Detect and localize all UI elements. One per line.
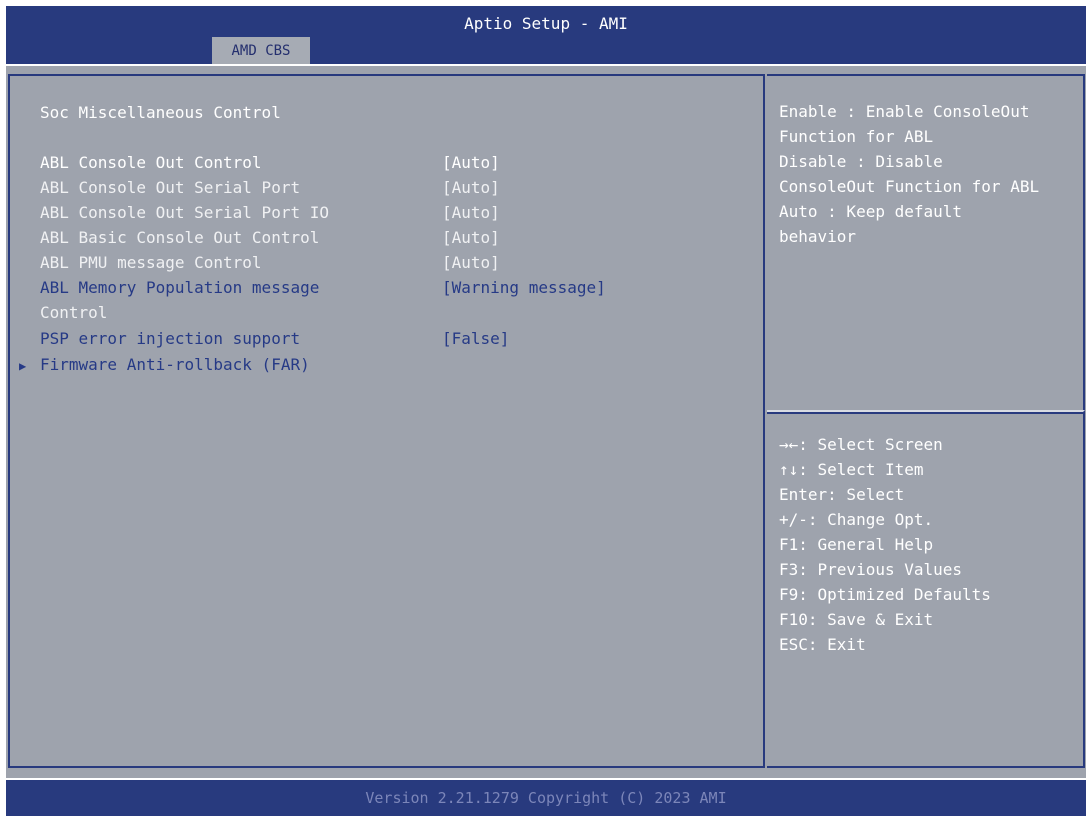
submenu-arrow-icon: ▶ [19,359,27,373]
key-hint-previous-values: F3: Previous Values [779,560,963,579]
value-abl-memory-population-message[interactable]: [Warning message] [442,275,606,300]
key-hint-select-item: ↑↓: Select Item [779,460,924,479]
version-footer: Version 2.21.1279 Copyright (C) 2023 AMI [6,778,1086,816]
key-hint-enter: Enter: Select [779,485,905,504]
item-abl-console-out-serial-port-io[interactable]: ABL Console Out Serial Port IO [40,200,329,225]
section-title: Soc Miscellaneous Control [40,103,281,122]
help-line: ConsoleOut Function for ABL [779,177,1040,196]
help-line: Enable : Enable ConsoleOut [779,102,1030,121]
item-abl-pmu-message-control[interactable]: ABL PMU message Control [40,250,262,275]
key-hint-general-help: F1: General Help [779,535,934,554]
item-abl-basic-console-out-control[interactable]: ABL Basic Console Out Control [40,225,319,250]
item-abl-memory-population-message-line2[interactable]: Control [40,300,107,325]
key-hint-select-screen: →←: Select Screen [779,435,943,454]
key-hint-optimized-defaults: F9: Optimized Defaults [779,585,991,604]
help-line: Disable : Disable [779,152,943,171]
help-line: Function for ABL [779,127,934,146]
item-psp-error-injection-support[interactable]: PSP error injection support [40,326,300,351]
value-abl-console-out-control[interactable]: [Auto] [442,150,500,175]
title-bar: Aptio Setup - AMI AMD CBS [6,6,1086,66]
item-abl-console-out-serial-port[interactable]: ABL Console Out Serial Port [40,175,300,200]
value-abl-pmu-message-control[interactable]: [Auto] [442,250,500,275]
key-hint-change-opt: +/-: Change Opt. [779,510,934,529]
item-abl-console-out-control[interactable]: ABL Console Out Control [40,150,262,175]
key-legend-panel: →←: Select Screen ↑↓: Select Item Enter:… [767,410,1085,768]
value-abl-console-out-serial-port[interactable]: [Auto] [442,175,500,200]
help-line: Auto : Keep default [779,202,963,221]
submenu-firmware-anti-rollback[interactable]: Firmware Anti-rollback (FAR) [40,352,310,377]
tab-amd-cbs[interactable]: AMD CBS [212,37,310,64]
value-abl-basic-console-out-control[interactable]: [Auto] [442,225,500,250]
value-psp-error-injection-support[interactable]: [False] [442,326,509,351]
help-panel: Enable : Enable ConsoleOut Function for … [767,74,1085,414]
item-abl-memory-population-message[interactable]: ABL Memory Population message [40,275,319,300]
settings-panel: Soc Miscellaneous Control ABL Console Ou… [8,74,765,768]
app-title: Aptio Setup - AMI [464,14,628,33]
help-line: behavior [779,227,857,246]
key-hint-save-exit: F10: Save & Exit [779,610,934,629]
value-abl-console-out-serial-port-io[interactable]: [Auto] [442,200,500,225]
key-hint-exit: ESC: Exit [779,635,866,654]
bios-screen: Aptio Setup - AMI AMD CBS Soc Miscellane… [6,6,1086,816]
